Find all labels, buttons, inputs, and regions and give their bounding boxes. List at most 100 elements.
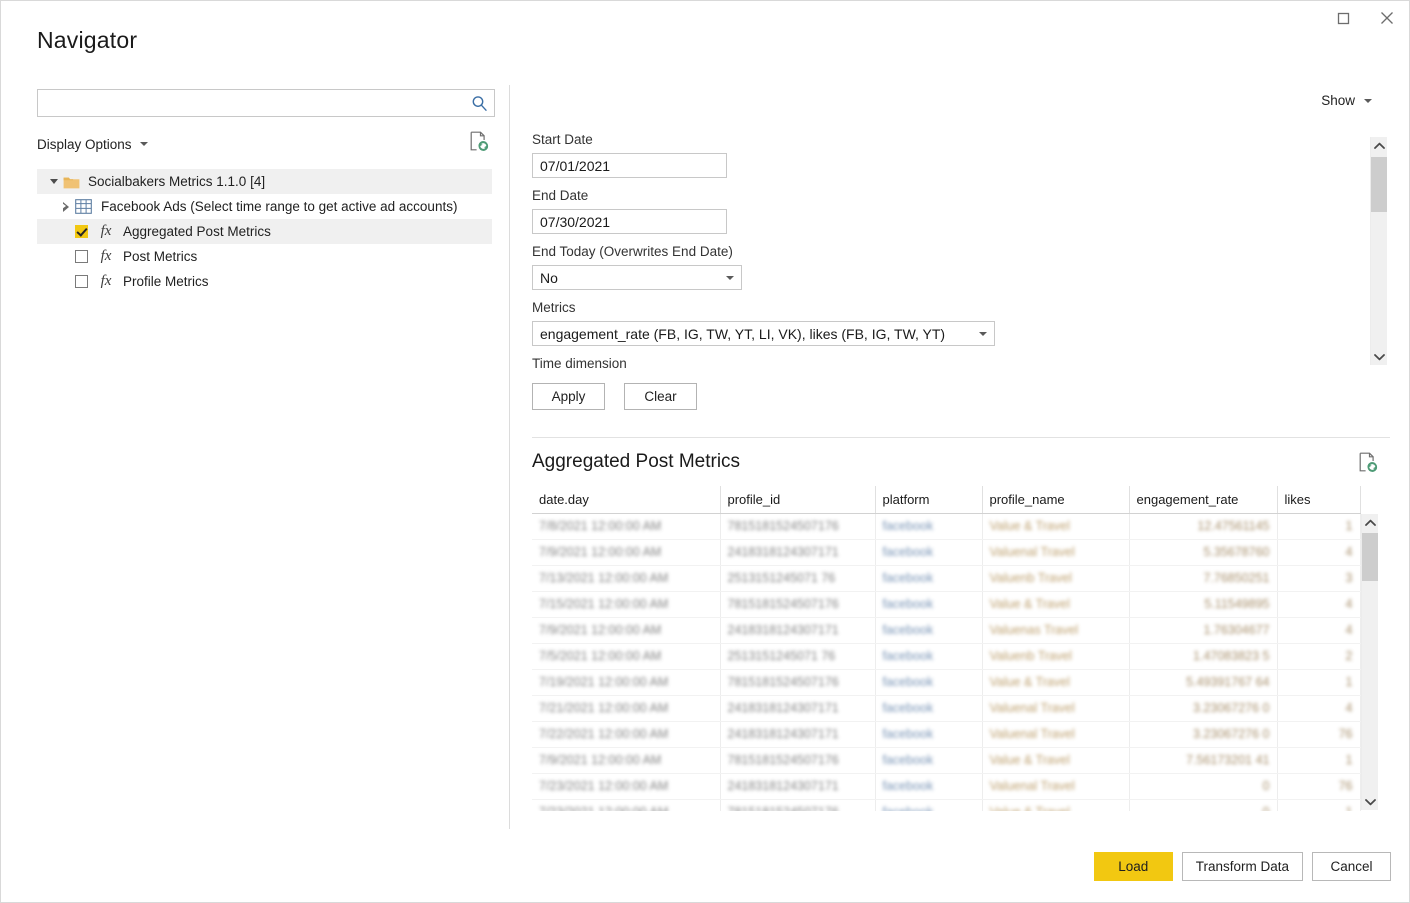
table-row: 7/23/2021 12:00:00 AM7815181524507176fac… [532,799,1361,811]
parameters-form: Start Date End Date End Today (Overwrite… [532,131,1362,410]
scroll-up-button[interactable] [1362,514,1378,531]
table-row: 7/8/2021 12:00:00 AM 7815181524507176 face… [532,513,1361,540]
table-cell: facebook [875,513,983,540]
scrollbar-thumb[interactable] [1371,157,1387,212]
tree-item-aggregated-post-metrics[interactable]: fx Aggregated Post Metrics [37,219,492,244]
display-options-row: Display Options [37,131,497,157]
table-cell: 3.23067276 0 [1129,721,1278,748]
tree-item-socialbakers-metrics[interactable]: Socialbakers Metrics 1.1.0 [4] [37,169,492,194]
search-icon[interactable] [464,90,494,116]
table-cell: 7/9/2021 12:00:00 AM [532,747,721,774]
chevron-down-icon [139,142,148,146]
search-input[interactable] [38,90,464,116]
table-cell: Valuenb Travel [982,565,1130,592]
tree-item-checkbox[interactable] [75,225,88,238]
table-cell: 7815181524507176 [720,669,876,696]
tree-item-label: Aggregated Post Metrics [123,223,271,239]
preview-header: Aggregated Post Metrics [532,437,1390,483]
table-cell: Value & Travel [982,799,1130,811]
tree-item-label: Socialbakers Metrics 1.1.0 [4] [88,173,266,189]
table-cell: 2418318124307171 [720,721,876,748]
tree-item-profile-metrics[interactable]: fx Profile Metrics [37,269,492,294]
end-today-value: No [540,269,558,286]
table-cell: Value & Travel [982,669,1130,696]
table-cell: 1.47083823 5 [1129,643,1278,670]
table-cell: 2513151245071 76 [720,643,876,670]
table-cell: 7815181524507176 [720,747,876,774]
table-cell: facebook [875,669,983,696]
table-cell: 7815181524507176 [720,799,876,811]
column-header-profile-name[interactable]: profile_name [982,486,1130,514]
end-date-input[interactable] [532,209,727,234]
table-cell: 1 [1277,747,1361,774]
close-button[interactable] [1365,3,1409,33]
document-refresh-icon[interactable] [470,131,489,157]
table-cell: Valuenal Travel [982,539,1130,566]
show-dropdown[interactable]: Show [1321,93,1372,108]
document-refresh-icon[interactable] [1359,452,1378,478]
table-cell: 4 [1277,539,1361,566]
scroll-up-button[interactable] [1371,137,1387,154]
preview-title: Aggregated Post Metrics [532,451,741,472]
column-header-engagement-rate[interactable]: engagement_rate [1129,486,1278,514]
tree-item-facebook-ads[interactable]: Facebook Ads (Select time range to get a… [37,194,492,219]
table-cell: 4 [1277,617,1361,644]
preview-scrollbar[interactable] [1361,514,1378,810]
transform-data-button[interactable]: Transform Data [1181,852,1303,881]
tree-item-checkbox[interactable] [75,250,88,263]
table-cell: Value & Travel [982,591,1130,618]
load-button[interactable]: Load [1093,852,1173,881]
table-cell: 7815181524507176 [720,513,876,540]
tree-item-label: Profile Metrics [123,273,209,289]
chevron-up-icon [1364,519,1376,526]
tree-item-checkbox[interactable] [75,275,88,288]
table-row: 7/9/2021 12:00:00 AM 2418318124307171 face… [532,539,1361,566]
table-cell: 5.35678760 [1129,539,1278,566]
end-today-select[interactable]: No [532,265,742,290]
display-options-button[interactable]: Display Options [37,137,148,152]
table-cell: 2418318124307171 [720,539,876,566]
table-cell: 2418318124307171 [720,617,876,644]
expand-collapse-toggle[interactable] [57,198,75,216]
scroll-down-button[interactable] [1362,793,1378,810]
clear-button[interactable]: Clear [624,383,697,410]
table-cell: facebook [875,695,983,722]
table-cell: 1.76304677 [1129,617,1278,644]
table-cell: 3.23067276 0 [1129,695,1278,722]
parameters-scrollbar[interactable] [1370,137,1387,365]
tree-item-post-metrics[interactable]: fx Post Metrics [37,244,492,269]
maximize-icon [1337,12,1349,24]
table-cell: 1 [1277,669,1361,696]
scrollbar-thumb[interactable] [1362,533,1378,581]
source-tree: Socialbakers Metrics 1.1.0 [4] Facebook … [37,169,492,294]
table-cell: 7/5/2021 12:00:00 AM [532,643,721,670]
maximize-button[interactable] [1321,3,1365,33]
table-cell: 7/21/2021 12:00:00 AM [532,695,721,722]
window-controls [1321,1,1409,35]
right-pane: Show Start Date End Date End Today (Over… [510,85,1390,829]
column-header-platform[interactable]: platform [875,486,983,514]
metrics-select[interactable]: engagement_rate (FB, IG, TW, YT, LI, VK)… [532,321,995,346]
table-cell: Value & Travel [982,747,1130,774]
apply-button[interactable]: Apply [532,383,605,410]
table-cell: 7/22/2021 12:00:00 AM [532,721,721,748]
cancel-button[interactable]: Cancel [1312,852,1391,881]
preview-table-wrapper: date.day profile_id platform profile_nam… [532,486,1390,811]
dialog-footer: Load Transform Data Cancel [1093,852,1391,881]
table-cell: 7.56173201 41 [1129,747,1278,774]
preview-table-body: 7/8/2021 12:00:00 AM 7815181524507176 face… [532,513,1361,811]
column-header-likes[interactable]: likes [1277,486,1361,514]
column-header-profile-id[interactable]: profile_id [720,486,876,514]
table-cell: 0 [1129,799,1278,811]
chevron-down-icon [1373,353,1385,360]
preview-section: Aggregated Post Metrics date.day profile… [532,437,1390,825]
column-header-date-day[interactable]: date.day [532,486,721,514]
search-box[interactable] [37,89,495,117]
start-date-input[interactable] [532,153,727,178]
chevron-down-icon [1364,798,1376,805]
table-row: 7/5/2021 12:00:00 AM 2513151245071 76 face… [532,643,1361,670]
table-cell: 2418318124307171 [720,773,876,800]
expand-collapse-toggle[interactable] [45,173,63,191]
scroll-down-button[interactable] [1371,348,1387,365]
metrics-value: engagement_rate (FB, IG, TW, YT, LI, VK)… [540,325,946,342]
